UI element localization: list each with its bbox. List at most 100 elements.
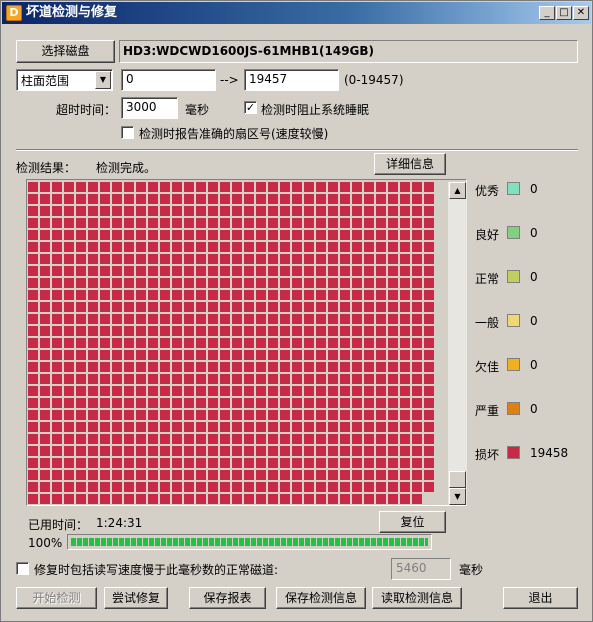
block-cell bbox=[412, 374, 422, 384]
block-cell bbox=[376, 242, 386, 252]
close-button[interactable]: ✕ bbox=[573, 6, 589, 20]
block-cell bbox=[160, 266, 170, 276]
repair-slow-input[interactable]: 5460 bbox=[391, 558, 451, 580]
start-scan-button[interactable]: 开始检测 bbox=[16, 587, 97, 609]
block-cell bbox=[388, 374, 398, 384]
block-cell bbox=[280, 350, 290, 360]
repair-slow-checkbox[interactable] bbox=[16, 562, 29, 575]
scroll-up-icon[interactable]: ▲ bbox=[449, 182, 466, 199]
block-cell bbox=[136, 470, 146, 480]
block-cell bbox=[172, 206, 182, 216]
minimize-button[interactable]: _ bbox=[539, 6, 555, 20]
block-cell bbox=[76, 350, 86, 360]
block-cell bbox=[88, 230, 98, 240]
block-cell bbox=[112, 242, 122, 252]
block-cell bbox=[172, 254, 182, 264]
block-cell bbox=[172, 266, 182, 276]
block-cell bbox=[208, 410, 218, 420]
block-cell bbox=[400, 338, 410, 348]
block-cell bbox=[280, 410, 290, 420]
block-cell bbox=[124, 386, 134, 396]
maximize-button[interactable]: □ bbox=[556, 6, 572, 20]
block-cell bbox=[76, 410, 86, 420]
block-cell bbox=[256, 362, 266, 372]
block-cell bbox=[208, 254, 218, 264]
block-cell bbox=[148, 206, 158, 216]
reset-button[interactable]: 复位 bbox=[379, 511, 446, 533]
block-cell bbox=[208, 386, 218, 396]
block-cell bbox=[160, 206, 170, 216]
select-disk-button[interactable]: 选择磁盘 bbox=[16, 40, 115, 63]
block-cell bbox=[376, 482, 386, 492]
block-cell bbox=[256, 206, 266, 216]
block-cell bbox=[268, 350, 278, 360]
block-cell bbox=[136, 218, 146, 228]
block-cell bbox=[400, 182, 410, 192]
load-scan-info-button[interactable]: 读取检测信息 bbox=[372, 587, 462, 609]
block-cell bbox=[52, 230, 62, 240]
block-cell bbox=[220, 194, 230, 204]
range-to-input[interactable]: 19457 bbox=[244, 69, 339, 91]
block-map-scrollbar[interactable]: ▲ ▼ bbox=[448, 182, 467, 505]
details-button[interactable]: 详细信息 bbox=[374, 153, 446, 175]
try-repair-button[interactable]: 尝试修复 bbox=[104, 587, 168, 609]
legend-label: 正常 bbox=[475, 272, 500, 286]
block-cell bbox=[28, 302, 38, 312]
block-cell bbox=[304, 326, 314, 336]
block-cell bbox=[184, 362, 194, 372]
block-cell bbox=[268, 326, 278, 336]
block-cell bbox=[244, 398, 254, 408]
block-cell bbox=[316, 194, 326, 204]
block-cell bbox=[148, 182, 158, 192]
report-sectors-checkbox[interactable] bbox=[121, 126, 134, 139]
range-hint: (0-19457) bbox=[344, 73, 404, 87]
block-cell bbox=[160, 230, 170, 240]
block-cell bbox=[64, 482, 74, 492]
block-cell bbox=[172, 470, 182, 480]
timeout-input[interactable]: 3000 bbox=[121, 97, 178, 119]
block-cell bbox=[280, 374, 290, 384]
block-cell bbox=[184, 266, 194, 276]
block-cell bbox=[76, 254, 86, 264]
save-report-button[interactable]: 保存报表 bbox=[189, 587, 266, 609]
block-cell bbox=[40, 206, 50, 216]
block-cell bbox=[268, 290, 278, 300]
block-cell bbox=[148, 350, 158, 360]
block-cell bbox=[124, 218, 134, 228]
chevron-down-icon[interactable]: ▼ bbox=[95, 71, 111, 89]
range-from-input[interactable]: 0 bbox=[121, 69, 216, 91]
block-cell bbox=[352, 242, 362, 252]
block-cell bbox=[280, 434, 290, 444]
block-cell bbox=[340, 182, 350, 192]
legend-swatch bbox=[507, 314, 520, 327]
block-cell bbox=[256, 386, 266, 396]
scroll-down-icon[interactable]: ▼ bbox=[449, 488, 466, 505]
save-scan-info-button[interactable]: 保存检测信息 bbox=[276, 587, 366, 609]
title-bar[interactable]: D 坏道检测与修复 _ □ ✕ bbox=[2, 2, 591, 24]
block-cell bbox=[172, 290, 182, 300]
scroll-thumb[interactable] bbox=[449, 471, 466, 488]
block-cell bbox=[148, 230, 158, 240]
block-cell bbox=[304, 218, 314, 228]
block-cell bbox=[196, 410, 206, 420]
block-cell bbox=[268, 494, 278, 504]
block-cell bbox=[412, 218, 422, 228]
block-cell bbox=[76, 278, 86, 288]
block-cell bbox=[376, 410, 386, 420]
block-cell bbox=[76, 230, 86, 240]
block-cell bbox=[124, 398, 134, 408]
legend-swatch bbox=[507, 270, 520, 283]
exit-button[interactable]: 退出 bbox=[503, 587, 578, 609]
prevent-sleep-checkbox[interactable]: ✓ bbox=[244, 101, 257, 114]
block-cell bbox=[184, 386, 194, 396]
block-cell bbox=[88, 410, 98, 420]
block-cell bbox=[424, 422, 434, 432]
block-cell bbox=[160, 242, 170, 252]
range-mode-select[interactable]: 柱面范围 ▼ bbox=[16, 69, 113, 91]
block-cell bbox=[28, 410, 38, 420]
block-cell bbox=[160, 398, 170, 408]
divider bbox=[16, 149, 578, 151]
block-cell bbox=[220, 302, 230, 312]
block-cell bbox=[172, 482, 182, 492]
block-cell bbox=[280, 230, 290, 240]
